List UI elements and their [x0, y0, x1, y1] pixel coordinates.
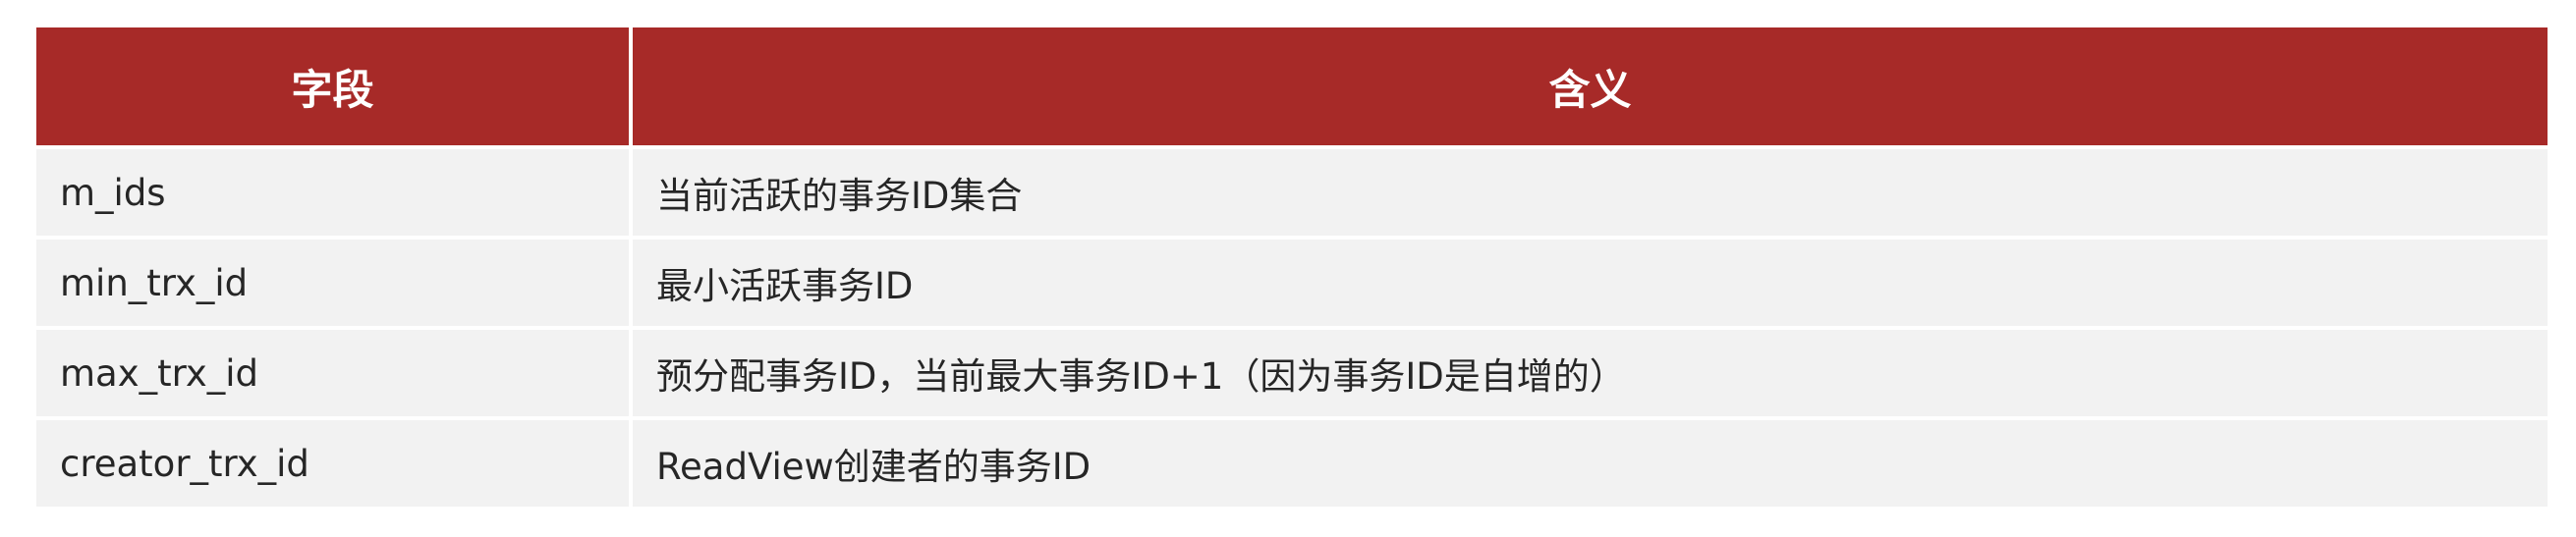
table-row: min_trx_id 最小活跃事务ID: [36, 240, 2548, 330]
header-meaning: 含义: [633, 27, 2548, 149]
cell-meaning: 最小活跃事务ID: [633, 240, 2548, 330]
table-header: 字段 含义: [36, 27, 2548, 149]
cell-field: creator_trx_id: [36, 420, 633, 510]
readview-fields-table: 字段 含义 m_ids 当前活跃的事务ID集合 min_trx_id 最小活跃事…: [36, 27, 2548, 510]
table-row: creator_trx_id ReadView创建者的事务ID: [36, 420, 2548, 510]
cell-field: max_trx_id: [36, 330, 633, 420]
table-body: m_ids 当前活跃的事务ID集合 min_trx_id 最小活跃事务ID ma…: [36, 149, 2548, 510]
cell-meaning: 预分配事务ID，当前最大事务ID+1（因为事务ID是自增的）: [633, 330, 2548, 420]
cell-meaning: 当前活跃的事务ID集合: [633, 149, 2548, 240]
header-field: 字段: [36, 27, 633, 149]
readview-fields-table-container: 字段 含义 m_ids 当前活跃的事务ID集合 min_trx_id 最小活跃事…: [36, 27, 2548, 510]
cell-field: m_ids: [36, 149, 633, 240]
cell-field: min_trx_id: [36, 240, 633, 330]
table-row: m_ids 当前活跃的事务ID集合: [36, 149, 2548, 240]
cell-meaning: ReadView创建者的事务ID: [633, 420, 2548, 510]
header-row: 字段 含义: [36, 27, 2548, 149]
table-row: max_trx_id 预分配事务ID，当前最大事务ID+1（因为事务ID是自增的…: [36, 330, 2548, 420]
